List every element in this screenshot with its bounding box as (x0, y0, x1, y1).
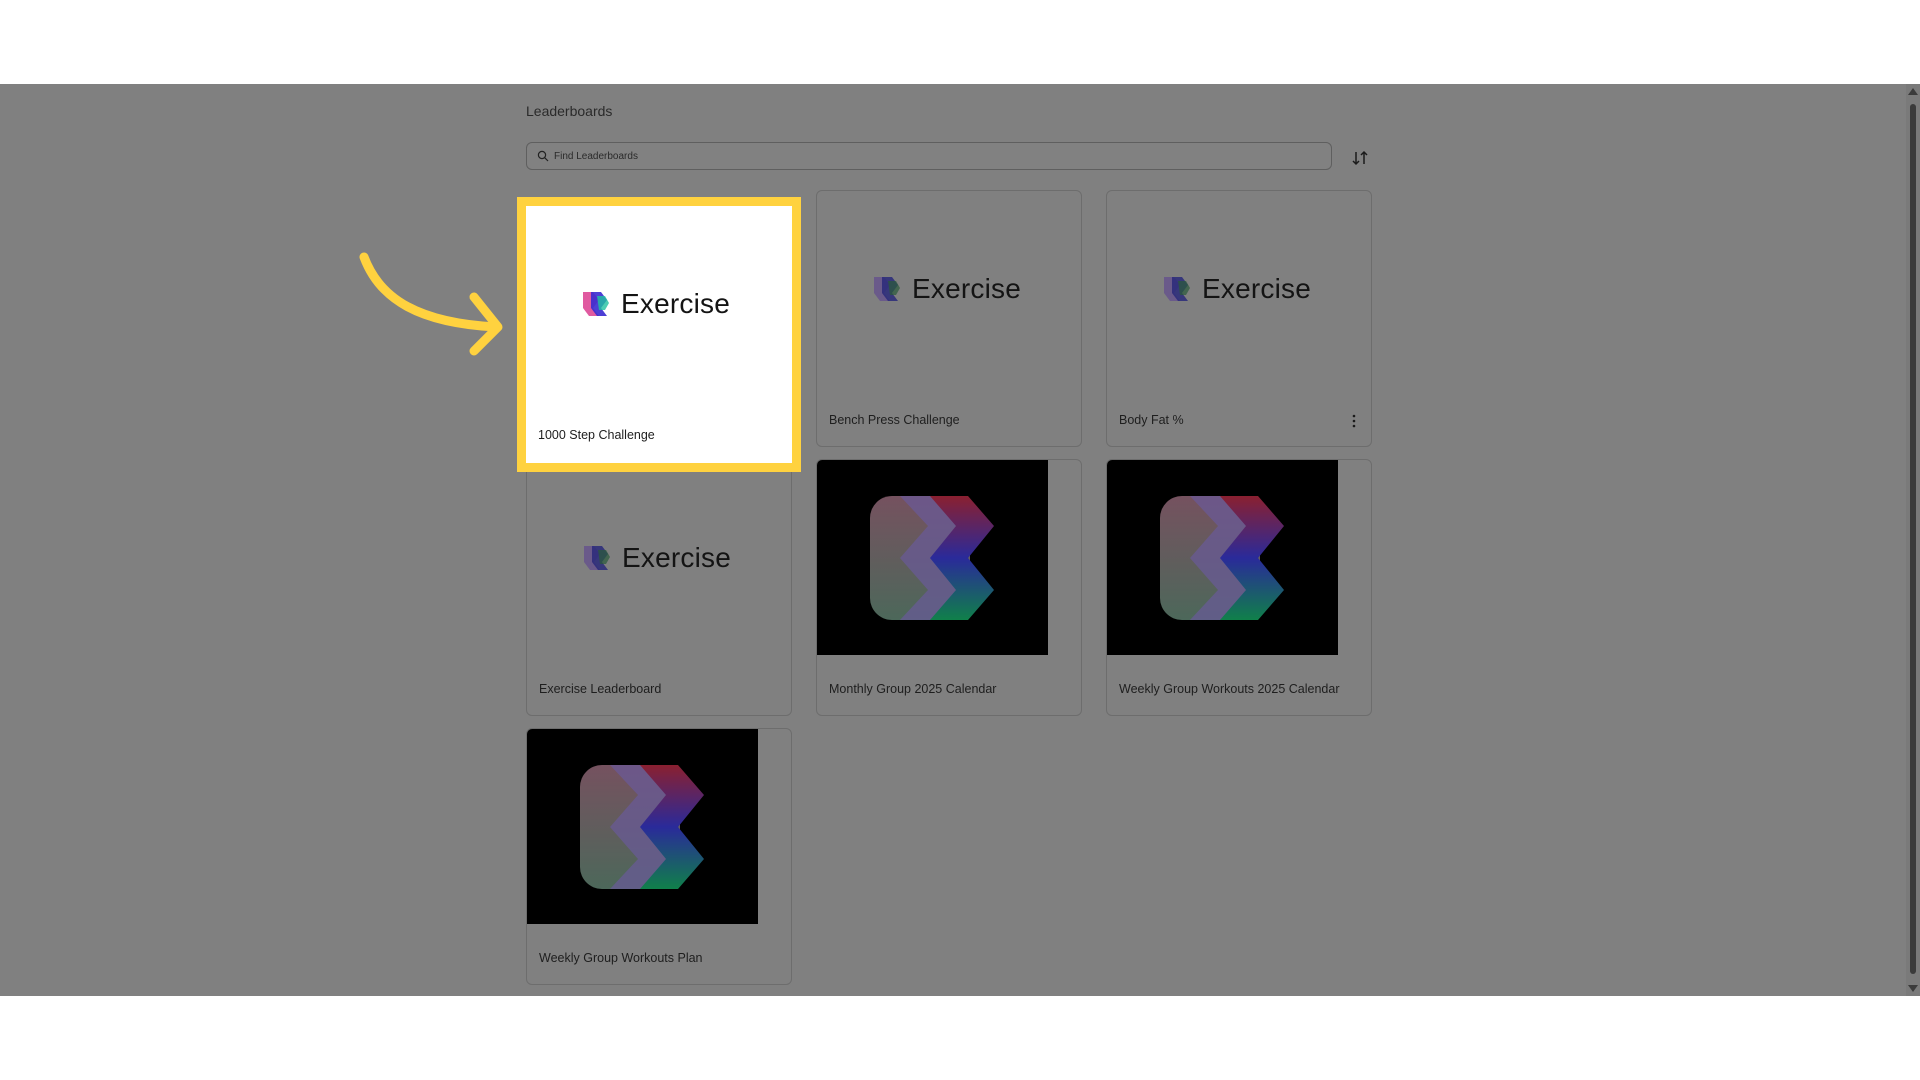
leaderboard-card[interactable]: Monthly Group 2025 Calendar (816, 459, 1082, 716)
card-thumbnail: Exercise (526, 206, 790, 401)
search-input[interactable] (554, 143, 1314, 169)
exercise-logo-icon (584, 546, 610, 570)
card-title: Monthly Group 2025 Calendar (829, 682, 997, 696)
exercise-logo-text: Exercise (621, 288, 730, 319)
card-title: Bench Press Challenge (829, 413, 960, 427)
exercise-logo-text: Exercise (622, 542, 731, 573)
app-logo-icon (870, 496, 994, 620)
app-logo-icon (1160, 496, 1284, 620)
card-thumbnail: Exercise (817, 191, 1081, 386)
search-icon (537, 150, 549, 162)
app-logo-icon (580, 765, 704, 889)
leaderboard-card[interactable]: Exercise Body Fat % (1106, 190, 1372, 447)
leaderboard-card[interactable]: Weekly Group Workouts Plan (526, 728, 792, 985)
card-title: Weekly Group Workouts 2025 Calendar (1119, 682, 1340, 696)
page-title: Leaderboards (526, 103, 613, 119)
leaderboard-card[interactable]: Weekly Group Workouts 2025 Calendar (1106, 459, 1372, 716)
card-title: 1000 Step Challenge (538, 428, 655, 442)
card-title: Body Fat % (1119, 413, 1184, 427)
exercise-logo-text: Exercise (912, 273, 1021, 304)
card-thumbnail (817, 460, 1048, 655)
card-thumbnail: Exercise (527, 460, 791, 655)
card-thumbnail (527, 729, 758, 924)
card-title: Weekly Group Workouts Plan (539, 951, 703, 965)
vertical-scrollbar[interactable] (1906, 84, 1920, 996)
exercise-logo-text: Exercise (1202, 273, 1311, 304)
leaderboard-card[interactable]: Exercise Exercise Leaderboard (526, 459, 792, 716)
card-thumbnail (1107, 460, 1338, 655)
exercise-logo-icon (1164, 277, 1190, 301)
more-vertical-icon[interactable] (1349, 413, 1359, 429)
search-field[interactable] (526, 142, 1332, 170)
annotation-arrow-icon (359, 252, 503, 356)
leaderboard-card[interactable]: Exercise Bench Press Challenge (816, 190, 1082, 447)
main-viewport: Leaderboards Exercise Bench Press Challe… (0, 84, 1920, 996)
exercise-logo-icon (874, 277, 900, 301)
scroll-thumb[interactable] (1910, 104, 1916, 974)
exercise-logo-icon (583, 292, 609, 316)
sort-icon[interactable] (1350, 148, 1370, 168)
scroll-up-icon[interactable] (1908, 88, 1918, 95)
scroll-down-icon[interactable] (1908, 985, 1918, 992)
card-title: Exercise Leaderboard (539, 682, 662, 696)
card-thumbnail: Exercise (1107, 191, 1371, 386)
highlighted-leaderboard-card[interactable]: Exercise 1000 Step Challenge (517, 197, 801, 472)
